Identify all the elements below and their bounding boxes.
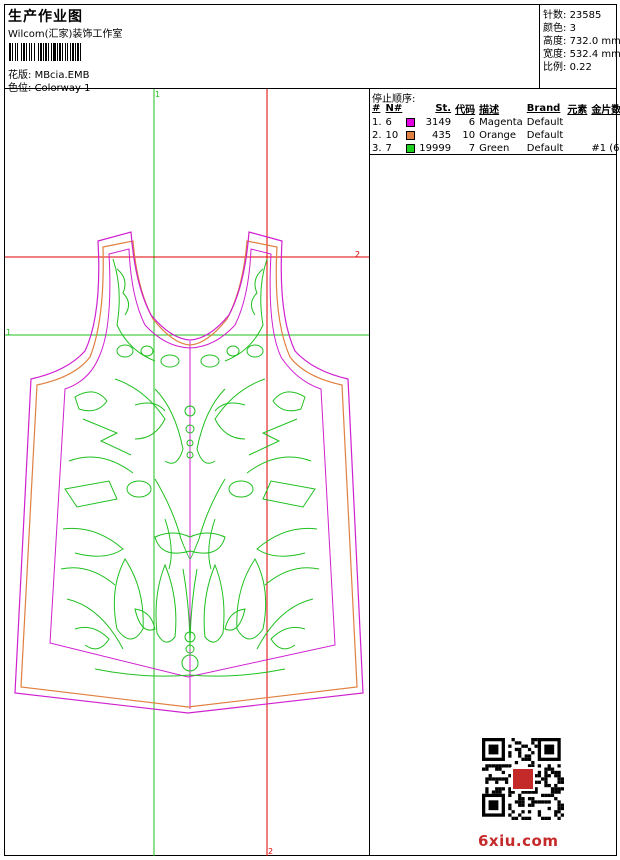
row-index: 3.: [372, 143, 382, 154]
color-code: 7: [468, 143, 476, 154]
watermark-logo: 6xiu.com: [478, 832, 559, 850]
garment-body-outline: [49, 248, 336, 678]
element: [565, 129, 589, 142]
color-swatch: [404, 142, 417, 155]
col-element: 元素: [567, 105, 588, 116]
row-index: 1.: [372, 117, 382, 128]
col-stitches: St.: [435, 103, 452, 114]
spec-value: 0.22: [569, 62, 592, 73]
brand: Default: [526, 130, 564, 141]
brand: Default: [526, 143, 564, 154]
garment-outline-orange: [20, 240, 358, 708]
table-header-row: # N# St. 代码 描述 Brand 元素 金片数: [370, 101, 620, 116]
sequins: [589, 129, 620, 142]
barcode-icon: [9, 43, 84, 61]
guide-marker: 1: [6, 328, 11, 337]
color-code: 10: [462, 130, 476, 141]
page-title: 生产作业图: [8, 9, 83, 25]
guide-marker: 2: [355, 250, 360, 259]
stitch-count: 435: [432, 130, 452, 141]
brand: Default: [526, 117, 564, 128]
spec-label: 比例:: [543, 62, 567, 73]
col-hash: #: [372, 103, 381, 114]
table-row: 3.7199997GreenDefault#1 (6068): [370, 142, 620, 155]
table-row: 1. 6 3149 6 Magenta Default: [370, 116, 620, 129]
table-row: 2. 10 435 10 Orange Default: [370, 129, 620, 142]
embroidery-preview: 1 2 1 2: [5, 89, 369, 856]
guide-marker: 2: [268, 847, 273, 856]
stop-sequence-table: # N# St. 代码 描述 Brand 元素 金片数 1. 6 3149 6 Mage…: [370, 101, 620, 155]
color-description: Orange: [479, 130, 517, 141]
seal-stamp-icon: [511, 767, 535, 791]
color-swatch-icon: [406, 117, 416, 127]
element: [565, 116, 589, 129]
stop-sequence-panel: 停止顺序: # N# St. 代码 描述 Brand 元素 金片数 1. 6 314…: [369, 89, 620, 155]
qr-code-graphic: [482, 738, 564, 820]
guide-marker: 1: [155, 90, 160, 99]
color-swatch: [404, 129, 417, 142]
company-name: Wilcom(汇家)装饰工作室: [8, 29, 123, 40]
color-code: 6: [468, 117, 476, 128]
stitch-count: 3149: [425, 117, 452, 128]
needle-number: 10: [385, 130, 399, 141]
col-code: 代码: [455, 105, 476, 116]
color-swatch: [404, 116, 417, 129]
col-description: 描述: [479, 105, 500, 116]
sequins: [589, 116, 620, 129]
garment-outline-magenta: [14, 231, 364, 714]
stitch-count: 19999: [419, 143, 452, 154]
sequins: #1 (6068): [591, 143, 620, 154]
needle-number: 6: [385, 117, 392, 128]
needle-number: 7: [385, 143, 392, 154]
color-description: Green: [479, 143, 510, 154]
col-brand: Brand: [526, 103, 561, 114]
spec-scale: 比例: 0.22: [543, 58, 592, 73]
header-info: 生产作业图 Wilcom(汇家)装饰工作室 花版: MBcia.EMB 色位: …: [5, 5, 539, 94]
color-swatch-icon: [406, 143, 416, 153]
spec-panel: 针数: 23585 颜色: 3 高度: 732.0 mm 宽度: 532.4 m…: [539, 4, 620, 88]
element: [565, 142, 589, 155]
design-canvas: 1 2 1 2: [5, 89, 369, 856]
col-swatch: [404, 101, 417, 116]
col-sequins: 金片数: [591, 105, 620, 116]
color-swatch-icon: [406, 130, 416, 140]
col-n: N#: [385, 103, 403, 114]
qr-code-icon: [482, 738, 564, 820]
color-description: Magenta: [479, 117, 523, 128]
row-index: 2.: [372, 130, 382, 141]
